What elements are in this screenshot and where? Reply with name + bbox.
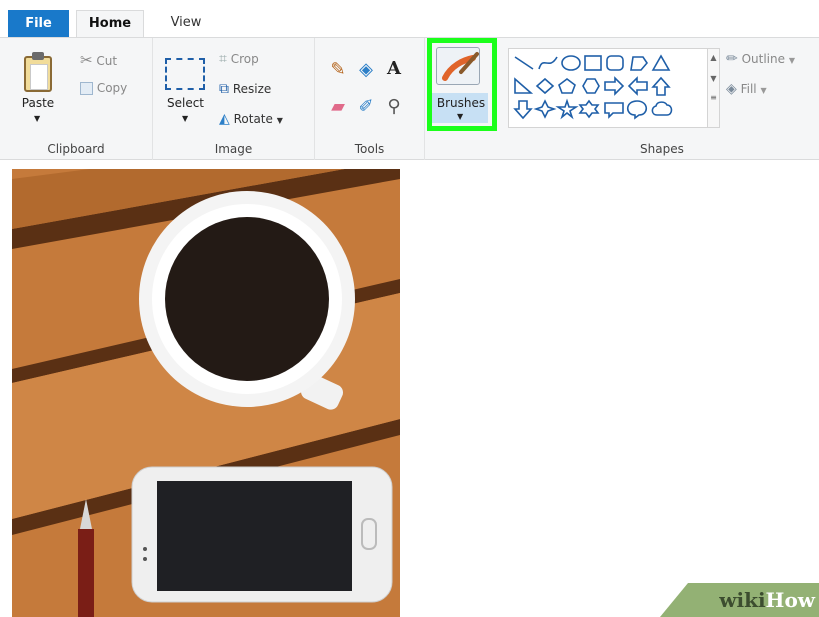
crop-label: Crop (230, 52, 259, 66)
resize-icon: ⧉ (219, 81, 229, 97)
wikihow-logo: wikiHow (719, 588, 815, 612)
rotate-dropdown-arrow-icon: ▼ (276, 116, 283, 125)
fill-bucket-icon[interactable]: ◈ (355, 59, 377, 81)
canvas-image[interactable] (12, 169, 400, 617)
rotate-button[interactable]: ◭ Rotate ▼ (219, 111, 283, 127)
shapes-scroll-down-icon[interactable]: ▼ (708, 74, 719, 83)
six-point-star-shape-icon (578, 99, 600, 119)
brush-icon (436, 47, 480, 85)
crop-button[interactable]: ⌗ Crop (219, 51, 259, 67)
wikihow-how-text: How (765, 588, 815, 612)
brushes-label: Brushes (436, 96, 486, 110)
tab-home[interactable]: Home (76, 10, 144, 38)
rotate-label: Rotate (233, 112, 273, 126)
shapes-scroll-up-icon[interactable]: ▲ (708, 53, 719, 62)
ribbon: Paste ▼ ✂ Cut Copy Clipboard Select ▼ ⌗ … (0, 37, 819, 160)
paste-dropdown-arrow-icon: ▼ (34, 114, 41, 123)
scissors-icon: ✂ (80, 51, 93, 69)
paste-button[interactable]: Paste ▼ (14, 42, 62, 132)
line-shape-icon (514, 56, 534, 70)
crop-icon: ⌗ (219, 51, 227, 67)
fill-dropdown-arrow-icon: ▼ (760, 86, 767, 95)
curve-shape-icon (538, 56, 558, 70)
rotate-icon: ◭ (219, 111, 230, 127)
copy-button[interactable]: Copy (80, 81, 127, 95)
image-group: Select ▼ ⌗ Crop ⧉ Resize ◭ Rotate ▼ Imag… (153, 38, 315, 160)
copy-label: Copy (96, 81, 128, 95)
fill-button[interactable]: ◈ Fill ▼ (726, 81, 767, 97)
text-tool-icon[interactable]: A (383, 58, 405, 80)
clipboard-group: Paste ▼ ✂ Cut Copy Clipboard (0, 38, 153, 160)
color-picker-icon[interactable]: ✐ (355, 96, 377, 118)
magnifier-icon[interactable]: ⚲ (383, 96, 405, 118)
copy-icon (80, 82, 93, 95)
canvas-workspace[interactable] (0, 161, 819, 617)
cut-label: Cut (96, 54, 118, 68)
rounded-rectangle-shape-icon (606, 55, 624, 71)
outline-dropdown-arrow-icon: ▼ (788, 56, 795, 65)
right-triangle-shape-icon (514, 77, 534, 94)
cut-button[interactable]: ✂ Cut (80, 51, 117, 69)
right-arrow-shape-icon (604, 76, 625, 96)
tools-group: ✎ ◈ A ▰ ✐ ⚲ Tools (315, 38, 425, 160)
cloud-callout-shape-icon (651, 101, 673, 116)
five-point-star-shape-icon (555, 98, 579, 120)
select-rectangle-icon (165, 58, 205, 90)
select-label: Select (166, 96, 205, 110)
pencil-icon[interactable]: ✎ (327, 59, 349, 81)
resize-label: Resize (232, 82, 272, 96)
hexagon-shape-icon (582, 78, 600, 94)
resize-button[interactable]: ⧉ Resize (219, 81, 271, 97)
ribbon-tab-bar: File Home View (0, 0, 819, 38)
oval-shape-icon (561, 55, 581, 71)
rectangle-shape-icon (584, 55, 602, 71)
wikihow-wiki-text: wiki (719, 588, 766, 612)
brushes-group: Brushes ▼ (425, 38, 500, 160)
outline-button[interactable]: ✏ Outline ▼ (726, 51, 795, 67)
paste-label: Paste (21, 96, 55, 110)
outline-label: Outline (741, 52, 785, 66)
tab-file[interactable]: File (8, 10, 69, 37)
clipboard-group-label: Clipboard (47, 142, 105, 156)
pentagon-shape-icon (558, 78, 576, 94)
brushes-button[interactable]: Brushes ▼ (425, 38, 500, 133)
brushes-dropdown-arrow-icon: ▼ (457, 112, 464, 121)
select-button[interactable]: Select ▼ (158, 42, 213, 132)
shapes-group: ▲ ▼ ≡ ✏ Outline ▼ ◈ Fill ▼ Shapes (500, 38, 819, 160)
fill-label: Fill (740, 82, 757, 96)
select-dropdown-arrow-icon: ▼ (182, 114, 189, 123)
diamond-shape-icon (535, 77, 555, 95)
clipboard-icon (24, 52, 52, 92)
shapes-expand-icon[interactable]: ≡ (708, 93, 719, 102)
fill-bucket-small-icon: ◈ (726, 81, 737, 97)
polygon-shape-icon (630, 56, 649, 71)
outline-pencil-icon: ✏ (726, 51, 738, 67)
shapes-group-label: Shapes (640, 142, 684, 156)
eraser-icon[interactable]: ▰ (327, 96, 349, 118)
image-group-label: Image (214, 142, 253, 156)
tools-group-label: Tools (354, 142, 385, 156)
left-arrow-shape-icon (627, 76, 648, 96)
triangle-shape-icon (651, 54, 671, 71)
shapes-gallery[interactable] (508, 48, 708, 128)
shapes-gallery-scrollbar[interactable]: ▲ ▼ ≡ (708, 48, 720, 128)
tab-view[interactable]: View (156, 10, 216, 38)
smartphone-image (131, 466, 393, 603)
oval-callout-shape-icon (626, 100, 648, 120)
up-arrow-shape-icon (651, 76, 671, 96)
down-arrow-shape-icon (513, 100, 533, 120)
rounded-callout-shape-icon (604, 102, 624, 119)
wikihow-watermark: wikiHow (660, 583, 819, 617)
four-point-star-shape-icon (533, 99, 557, 119)
